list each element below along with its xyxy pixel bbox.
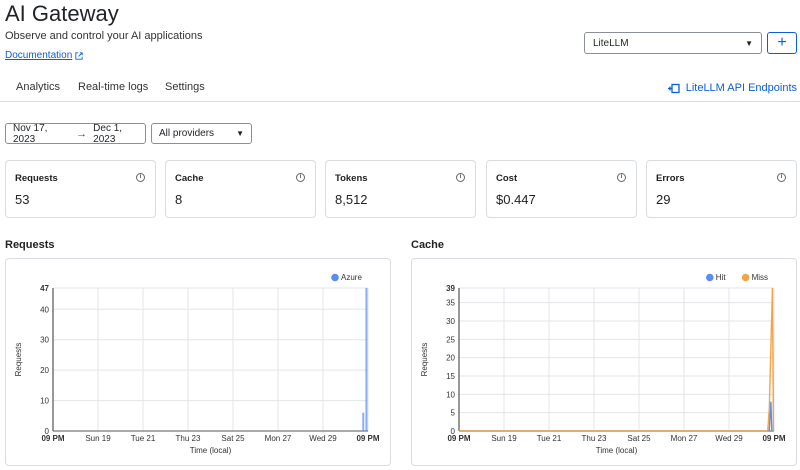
data-line: [459, 287, 775, 432]
info-icon[interactable]: i: [777, 173, 786, 182]
provider-select[interactable]: All providers ▼: [151, 123, 252, 144]
y-tick-label: 20: [40, 366, 49, 375]
legend-label: Hit: [716, 273, 727, 282]
stat-label: Errors: [656, 173, 685, 184]
x-tick-label: Sat 25: [221, 434, 245, 443]
x-tick-label: Sat 25: [627, 434, 651, 443]
legend-swatch: [706, 273, 714, 282]
x-tick-label: 09 PM: [41, 434, 64, 443]
x-tick-label: Tue 21: [131, 434, 156, 443]
x-tick-label: 09 PM: [356, 434, 379, 443]
data-bar: [362, 412, 365, 431]
stat-card-errors: Errors i 29: [646, 160, 797, 218]
stat-label: Tokens: [335, 173, 368, 184]
gateway-select[interactable]: LiteLLM ▼: [584, 32, 762, 54]
stat-card-cost: Cost i $0.447: [486, 160, 637, 218]
data-line: [459, 401, 773, 432]
y-tick-label: 39: [446, 284, 455, 293]
stat-value: $0.447: [496, 192, 536, 207]
info-icon[interactable]: i: [136, 173, 145, 182]
y-tick-label: 15: [446, 372, 455, 381]
stat-card-requests: Requests i 53: [5, 160, 156, 218]
y-tick-label: 20: [446, 354, 455, 363]
info-icon[interactable]: i: [617, 173, 626, 182]
info-icon[interactable]: i: [296, 173, 305, 182]
y-tick-label: 30: [446, 317, 455, 326]
endpoint-icon: [667, 83, 680, 93]
stat-value: 8: [175, 192, 183, 207]
stat-label: Cost: [496, 173, 518, 184]
arrow-right-icon: →: [76, 127, 88, 140]
page-title: AI Gateway: [5, 1, 119, 26]
x-tick-label: Tue 21: [537, 434, 562, 443]
stat-value: 53: [15, 192, 30, 207]
x-tick-label: Wed 29: [715, 434, 743, 443]
y-tick-label: 5: [451, 409, 456, 418]
x-tick-label: Mon 27: [671, 434, 698, 443]
documentation-link-label: Documentation: [5, 50, 73, 61]
y-axis-title: Requests: [420, 343, 429, 377]
y-tick-label: 35: [446, 299, 455, 308]
tab-settings[interactable]: Settings: [165, 81, 205, 93]
info-icon[interactable]: i: [456, 173, 465, 182]
chevron-down-icon: ▼: [236, 129, 244, 138]
y-tick-label: 47: [40, 284, 49, 293]
add-gateway-button[interactable]: +: [767, 32, 797, 54]
legend-swatch: [741, 273, 750, 282]
cache-chart-title: Cache: [411, 239, 445, 251]
stat-card-tokens: Tokens i 8,512: [325, 160, 476, 218]
legend-label: Azure: [341, 273, 362, 282]
x-axis-title: Time (local): [596, 446, 638, 455]
x-tick-label: Thu 23: [582, 434, 607, 443]
api-endpoints-link[interactable]: LiteLLM API Endpoints: [667, 82, 797, 94]
x-tick-label: Sun 19: [85, 434, 111, 443]
requests-chart-title: Requests: [5, 239, 55, 251]
x-tick-label: Mon 27: [265, 434, 292, 443]
external-link-icon: [75, 51, 83, 60]
x-tick-label: Sun 19: [491, 434, 517, 443]
y-tick-label: 40: [40, 305, 49, 314]
y-axis-title: Requests: [14, 343, 23, 377]
x-tick-label: Wed 29: [309, 434, 337, 443]
y-tick-label: 30: [40, 336, 49, 345]
y-tick-label: 10: [446, 390, 455, 399]
date-range-picker[interactable]: Nov 17, 2023 → Dec 1, 2023: [5, 122, 146, 145]
cache-chart: 0 5 10 15 20 25 30 35 39 09 PM Sun 19 Tue 21 Thu 23 S…: [411, 258, 797, 466]
x-tick-label: 09 PM: [762, 434, 785, 443]
chevron-down-icon: ▼: [745, 38, 753, 48]
gateway-select-value: LiteLLM: [593, 37, 629, 49]
stat-card-cache: Cache i 8: [165, 160, 316, 218]
stat-value: 29: [656, 192, 671, 207]
data-bar: [365, 288, 368, 431]
cache-chart-svg: 051015202530353909 PM Sun 19 Tue 21 Thu 23 S…: [420, 273, 786, 455]
stat-value: 8,512: [335, 192, 368, 207]
page-subtitle: Observe and control your AI applications: [5, 30, 203, 42]
stat-label: Cache: [175, 173, 204, 184]
y-tick-label: 10: [40, 397, 49, 406]
x-tick-label: 09 PM: [447, 434, 470, 443]
tab-analytics[interactable]: Analytics: [16, 81, 60, 93]
provider-select-value: All providers: [159, 128, 215, 139]
tab-real-time-logs[interactable]: Real-time logs: [78, 81, 148, 93]
legend-swatch: [331, 273, 339, 282]
x-axis-title: Time (local): [190, 446, 232, 455]
api-endpoints-label: LiteLLM API Endpoints: [685, 82, 797, 94]
x-tick-label: Thu 23: [176, 434, 201, 443]
date-to: Dec 1, 2023: [93, 122, 123, 145]
y-tick-label: 25: [446, 335, 455, 344]
requests-chart: 0 10 20 30 40 47 09 PM Sun 19 Tue 21 Thu 23 Sat 25…: [5, 258, 391, 466]
date-from: Nov 17, 2023: [13, 122, 48, 145]
legend-label: Miss: [752, 273, 768, 282]
stat-label: Requests: [15, 173, 58, 184]
documentation-link[interactable]: Documentation: [5, 50, 83, 61]
requests-chart-svg: 0102030404709 PM Sun 19 Tue 21 Thu 23 Sat 25…: [14, 273, 380, 455]
